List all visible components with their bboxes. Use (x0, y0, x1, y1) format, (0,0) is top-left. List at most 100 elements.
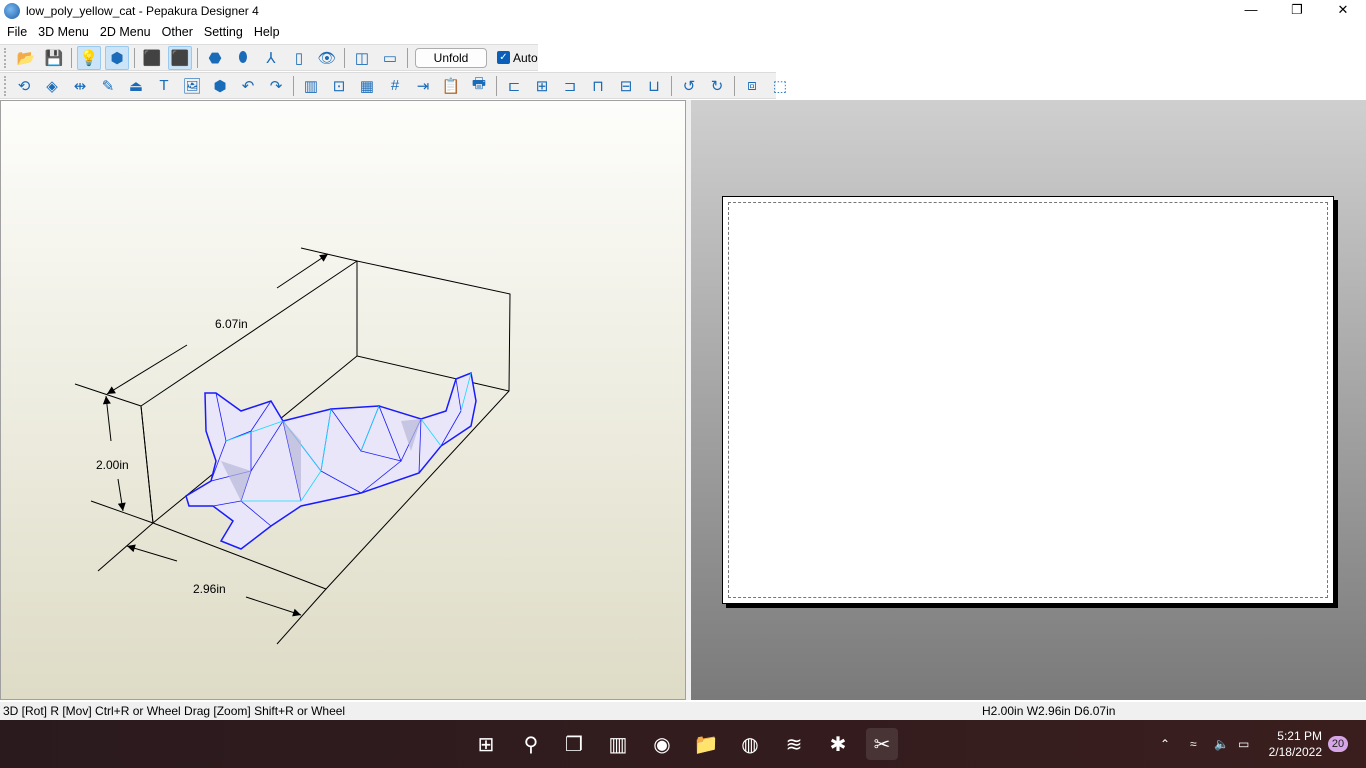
two-pane-icon[interactable]: ◫ (350, 46, 374, 70)
close-button[interactable]: ✕ (1320, 0, 1366, 22)
battery-icon[interactable]: ▭ (1238, 720, 1249, 768)
taskbar: ⊞ ⚲ ❐ ▥ ◉ 📁 ◍ ≋ ✱ ✂ ⌃ ≈ 🔈 ▭ 5:21 PM2/18/2022 (0, 720, 1366, 768)
text-icon[interactable]: T (152, 74, 176, 98)
rotate-part-icon[interactable]: ◈ (40, 74, 64, 98)
group-icon[interactable]: ⧈ (740, 74, 764, 98)
undo-icon[interactable]: ↶ (236, 74, 260, 98)
toolbar-separator (344, 48, 345, 68)
search-icon[interactable]: ⚲ (515, 728, 547, 760)
toolbar-grip[interactable] (4, 48, 8, 68)
layout-icon[interactable]: ▦ (355, 74, 379, 98)
widgets-icon[interactable]: ▥ (602, 728, 634, 760)
auto-label: Auto (513, 51, 538, 65)
checkmark-icon: ✓ (497, 51, 510, 64)
image-icon[interactable]: 🖼 (180, 74, 204, 98)
clock[interactable]: 5:21 PM2/18/2022 (1262, 728, 1322, 760)
split-view-icon[interactable]: ▯ (287, 46, 311, 70)
print-icon[interactable]: 🖶 (467, 74, 491, 98)
time: 5:21 PM (1262, 728, 1322, 744)
paper-sheet (722, 196, 1334, 604)
flap-icon[interactable]: ⏏ (124, 74, 148, 98)
save-icon[interactable]: 💾 (42, 46, 66, 70)
edit-line-icon[interactable]: ✎ (96, 74, 120, 98)
title-bar: low_poly_yellow_cat - Pepakura Designer … (0, 0, 1366, 22)
3d-canvas[interactable]: 6.07in 2.00in 2.96in (1, 101, 687, 701)
height-dimension-label: 2.00in (96, 458, 129, 472)
slack-icon[interactable]: ✱ (822, 728, 854, 760)
chat-icon[interactable]: ◉ (646, 728, 678, 760)
edit-toolbar: ⟲◈⇹✎⏏T🖼⬢↶↷▥⊡▦#⇥📋🖶⊏⊞⊐⊓⊟⊔↺↻⧈⬚ (0, 72, 776, 99)
toolbar-separator (734, 76, 735, 96)
menu-other[interactable]: Other (157, 25, 198, 39)
maximize-button[interactable]: ❐ (1274, 0, 1320, 22)
paint-icon[interactable]: ⬣ (203, 46, 227, 70)
window-title: low_poly_yellow_cat - Pepakura Designer … (26, 4, 259, 18)
map-icon[interactable]: ▥ (299, 74, 323, 98)
menu-2d[interactable]: 2D Menu (95, 25, 156, 39)
menu-help[interactable]: Help (249, 25, 285, 39)
toolbar-separator (496, 76, 497, 96)
rotate-right-icon[interactable]: ↻ (705, 74, 729, 98)
depth-dimension-label: 2.96in (193, 582, 226, 596)
menu-setting[interactable]: Setting (199, 25, 248, 39)
align-center-icon[interactable]: ⊞ (530, 74, 554, 98)
export-icon[interactable]: ⇥ (411, 74, 435, 98)
align-bottom-icon[interactable]: ⊔ (642, 74, 666, 98)
menu-bar: File 3D Menu 2D Menu Other Setting Help (0, 22, 1366, 42)
axis-icon[interactable]: ⅄ (259, 46, 283, 70)
minimize-button[interactable]: — (1228, 0, 1274, 22)
auto-checkbox[interactable]: ✓Auto (497, 51, 538, 65)
align-middle-icon[interactable]: ⊟ (614, 74, 638, 98)
open-folder-icon[interactable]: 📂 (14, 46, 38, 70)
3d-view[interactable]: 6.07in 2.00in 2.96in (0, 100, 686, 700)
menu-file[interactable]: File (2, 25, 32, 39)
unfold-button[interactable]: Unfold (415, 48, 487, 68)
toolbar-separator (407, 48, 408, 68)
2d-view[interactable] (691, 100, 1366, 700)
status-dimensions: H2.00in W2.96in D6.07in (982, 702, 1115, 720)
pepakura-icon[interactable]: ✂ (866, 728, 898, 760)
redo-icon[interactable]: ↷ (264, 74, 288, 98)
start-icon[interactable]: ⊞ (470, 728, 502, 760)
status-hint: 3D [Rot] R [Mov] Ctrl+R or Wheel Drag [Z… (3, 702, 345, 720)
chrome-icon[interactable]: ◍ (734, 728, 766, 760)
toolbar-separator (134, 48, 135, 68)
select-part-icon[interactable]: ⬛ (168, 46, 192, 70)
notification-badge[interactable]: 20 (1328, 736, 1348, 752)
align-top-icon[interactable]: ⊓ (586, 74, 610, 98)
toolbar-grip[interactable] (4, 76, 6, 96)
ungroup-icon[interactable]: ⬚ (768, 74, 792, 98)
align-left-icon[interactable]: ⊏ (502, 74, 526, 98)
menu-3d[interactable]: 3D Menu (33, 25, 94, 39)
box-icon[interactable]: ⬢ (208, 74, 232, 98)
toolbar-separator (71, 48, 72, 68)
select-face-icon[interactable]: ⬛ (140, 46, 164, 70)
show-hidden-icons[interactable]: ⌃ (1160, 720, 1170, 768)
light-bulb-icon[interactable]: 💡 (77, 46, 101, 70)
app-icon (4, 3, 20, 19)
cat-model[interactable] (186, 373, 476, 549)
cylinder-icon[interactable]: ⬮ (231, 46, 255, 70)
width-dimension-label: 6.07in (215, 317, 248, 331)
task-view-icon[interactable]: ❐ (558, 728, 590, 760)
toolbar-separator (293, 76, 294, 96)
toolbar-separator (197, 48, 198, 68)
rotate-move-icon[interactable]: ⟲ (12, 74, 36, 98)
join-edges-icon[interactable]: ⇹ (68, 74, 92, 98)
wifi-icon[interactable]: ≈ (1190, 720, 1197, 768)
clipboard-icon[interactable]: 📋 (439, 74, 463, 98)
main-toolbar: 📂💾 💡⬢ ⬛⬛ ⬣⬮⅄▯👁 ◫▭ Unfold ✓Auto (0, 44, 538, 71)
rotate-left-icon[interactable]: ↺ (677, 74, 701, 98)
status-bar: 3D [Rot] R [Mov] Ctrl+R or Wheel Drag [Z… (0, 702, 1366, 720)
single-pane-icon[interactable]: ▭ (378, 46, 402, 70)
spotify-icon[interactable]: ≋ (778, 728, 810, 760)
file-explorer-icon[interactable]: 📁 (690, 728, 722, 760)
date: 2/18/2022 (1262, 744, 1322, 760)
print-margin (728, 202, 1328, 598)
align-right-icon[interactable]: ⊐ (558, 74, 582, 98)
eye-icon[interactable]: 👁 (315, 46, 339, 70)
page-number-icon[interactable]: # (383, 74, 407, 98)
texture-toggle-icon[interactable]: ⬢ (105, 46, 129, 70)
volume-icon[interactable]: 🔈 (1214, 720, 1229, 768)
fit-icon[interactable]: ⊡ (327, 74, 351, 98)
